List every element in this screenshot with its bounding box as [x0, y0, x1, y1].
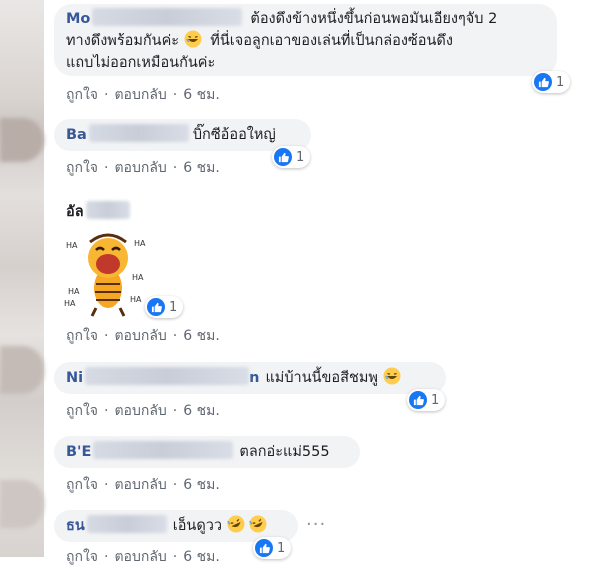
comment-text-line: ต้องดึงข้างหนึ่งขึ้นก่อนพอมันเอียงๆจับ 2 [250, 11, 498, 27]
comment-actions: ถูกใจ · ตอบกลับ · 6 ชม. [66, 157, 220, 179]
timestamp[interactable]: 6 ชม. [183, 157, 220, 179]
like-icon [274, 148, 292, 166]
like-icon [409, 391, 427, 409]
like-link[interactable]: ถูกใจ [66, 84, 98, 106]
reaction-count[interactable]: 1 [272, 146, 311, 168]
comment-author[interactable]: Mo [66, 11, 90, 27]
timestamp[interactable]: 6 ชม. [183, 546, 220, 568]
reaction-count[interactable]: 1 [532, 71, 571, 93]
reply-link[interactable]: ตอบกลับ [114, 325, 166, 347]
comment-author[interactable]: ธน [66, 518, 85, 534]
comment-text-line: ทางดึงพร้อมกันค่ะ [66, 33, 180, 49]
avatar[interactable] [0, 346, 44, 394]
timestamp[interactable]: 6 ชม. [183, 400, 220, 422]
comment-actions: ถูกใจ · ตอบกลับ · 6 ชม. [66, 325, 220, 347]
rolling-laughing-emoji-icon [226, 515, 245, 533]
reply-link[interactable]: ตอบกลับ [114, 157, 166, 179]
avatar[interactable] [0, 118, 44, 162]
comment-bubble: B'E ตลกอ่ะแม่555 [54, 436, 360, 468]
reaction-count[interactable]: 1 [253, 537, 292, 559]
comment-author[interactable]: B'E [66, 444, 91, 460]
comment-bubble: Ba บิ๊กซีอ้ออใหญ่ [54, 119, 311, 151]
laughing-emoji-icon [383, 367, 401, 385]
reply-link[interactable]: ตอบกลับ [114, 546, 166, 568]
comment-text: เอ็นดูวว [172, 518, 223, 534]
redacted-name [85, 367, 250, 385]
like-icon [255, 539, 273, 557]
timestamp[interactable]: 6 ชม. [183, 325, 220, 347]
svg-text:HA: HA [134, 239, 146, 248]
comment-bubble: Mo ต้องดึงข้างหนึ่งขึ้นก่อนพอมันเอียงๆจับ… [54, 4, 557, 76]
reply-link[interactable]: ตอบกลับ [114, 84, 166, 106]
comment-author[interactable]: Ba [66, 127, 87, 143]
redacted-name [85, 201, 130, 219]
timestamp[interactable]: 6 ชม. [183, 474, 220, 496]
comment-author[interactable]: อัล [66, 204, 84, 220]
comment-author-tail[interactable]: n [249, 370, 259, 386]
more-options-button[interactable]: ··· [306, 514, 326, 535]
comment-text-line: แถบไม่ออกเหมือนกันค่ะ [66, 55, 216, 71]
like-icon [147, 298, 165, 316]
comment-author[interactable]: Ni [66, 370, 83, 386]
reply-link[interactable]: ตอบกลับ [114, 474, 166, 496]
comment-text-line: ที่นี่เจอลูกเอาของเล่นที่เป็นกล่องซ้อนดึ… [210, 33, 453, 49]
avatar[interactable] [0, 480, 44, 528]
comment-actions: ถูกใจ · ตอบกลับ · 6 ชม. [66, 474, 220, 496]
comment-text: บิ๊กซีอ้ออใหญ่ [192, 127, 276, 143]
like-link[interactable]: ถูกใจ [66, 157, 98, 179]
like-link[interactable]: ถูกใจ [66, 546, 98, 568]
comment-author-row: อัล [66, 200, 130, 223]
laughing-sticker[interactable]: HA HA HA HA HA HA [62, 228, 154, 320]
reply-link[interactable]: ตอบกลับ [114, 400, 166, 422]
redacted-name [88, 124, 189, 142]
like-link[interactable]: ถูกใจ [66, 325, 98, 347]
svg-text:HA: HA [66, 241, 78, 250]
svg-text:HA: HA [68, 287, 80, 296]
svg-text:HA: HA [132, 273, 144, 282]
redacted-name [92, 8, 243, 26]
comment-text: แม่บ้านนี้ขอสีชมพู [265, 370, 378, 386]
timestamp[interactable]: 6 ชม. [183, 84, 220, 106]
comment-actions: ถูกใจ · ตอบกลับ · 6 ชม. [66, 84, 220, 106]
like-link[interactable]: ถูกใจ [66, 474, 98, 496]
redacted-name [93, 441, 234, 459]
svg-text:HA: HA [130, 295, 142, 304]
avatar-column [0, 0, 44, 557]
comment-actions: ถูกใจ · ตอบกลับ · 6 ชม. [66, 400, 220, 422]
redacted-name [86, 515, 167, 533]
reaction-count[interactable]: 1 [407, 389, 446, 411]
comment-actions: ถูกใจ · ตอบกลับ · 6 ชม. [66, 546, 220, 568]
svg-text:HA: HA [64, 299, 76, 308]
comment-text: ตลกอ่ะแม่555 [239, 444, 330, 460]
comment-bubble: Ni n แม่บ้านนี้ขอสีชมพู [54, 362, 446, 394]
rolling-laughing-emoji-icon [249, 515, 267, 533]
laughing-emoji-icon [184, 30, 202, 48]
reaction-count[interactable]: 1 [145, 296, 184, 318]
like-link[interactable]: ถูกใจ [66, 400, 98, 422]
like-icon [534, 73, 552, 91]
